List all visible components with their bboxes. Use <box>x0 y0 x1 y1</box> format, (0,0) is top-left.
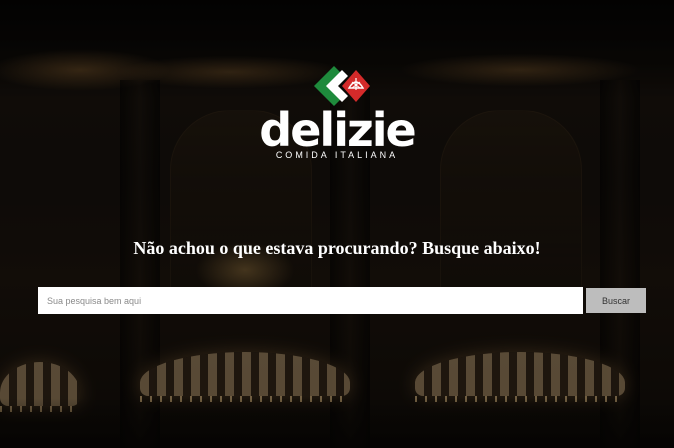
search-input[interactable] <box>38 287 583 314</box>
search-button[interactable]: Buscar <box>586 288 646 313</box>
search-heading: Não achou o que estava procurando? Busqu… <box>133 238 541 258</box>
italian-flag-logo-icon <box>314 66 370 106</box>
page: delizie COMIDA ITALIANA Não achou o que … <box>0 0 674 448</box>
brand-wordmark: delizie <box>259 103 416 157</box>
brand-tagline: COMIDA ITALIANA <box>275 150 399 160</box>
